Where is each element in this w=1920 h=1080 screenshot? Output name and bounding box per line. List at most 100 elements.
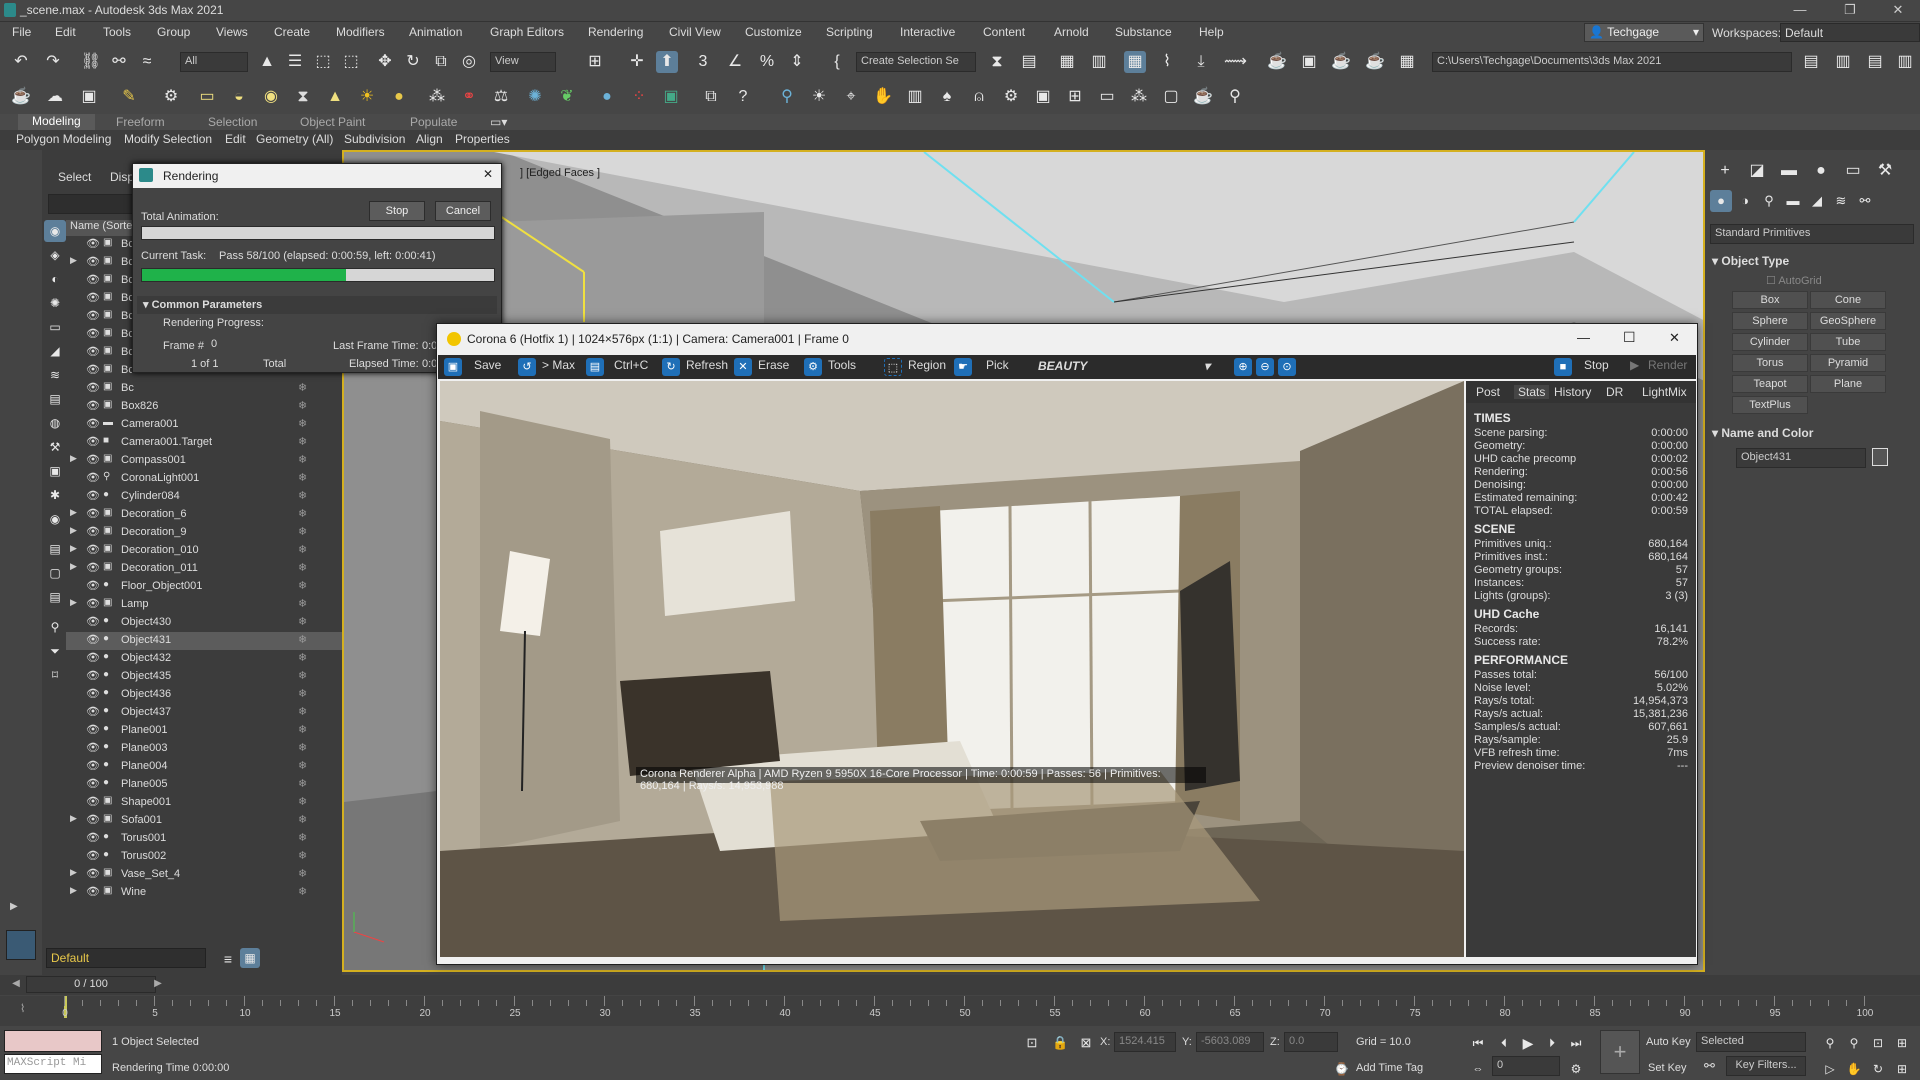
save-icon[interactable]: ▣ [444, 358, 462, 376]
render-cloud-icon[interactable]: ▦ [1396, 51, 1418, 73]
zoom-all-icon[interactable]: ⚲ [1846, 1032, 1862, 1054]
menu-civil-view[interactable]: Civil View [669, 25, 721, 39]
layers-icon[interactable]: ≡ [218, 948, 238, 968]
freeze-icon[interactable]: ❄ [298, 453, 307, 466]
key-filters-button[interactable]: Key Filters... [1726, 1056, 1806, 1076]
ribbon-align[interactable]: Align [416, 132, 443, 146]
cylinder-button[interactable]: Cylinder [1732, 333, 1808, 351]
material-editor-icon[interactable]: ⟿ [1224, 51, 1247, 73]
spacewarp-filter-icon[interactable]: ≋ [44, 364, 66, 386]
tab-post[interactable]: Post [1476, 385, 1500, 399]
freeze-icon[interactable]: ❄ [298, 867, 307, 880]
freeze-icon[interactable]: ❄ [298, 759, 307, 772]
filmstrip-icon[interactable]: ⁂ [1128, 86, 1150, 108]
viewport-label[interactable]: ] [Edged Faces ] [520, 167, 600, 179]
menu-group[interactable]: Group [157, 25, 190, 39]
converter-icon[interactable]: ⚙ [160, 86, 182, 108]
scene-row[interactable]: ▶ 👁 ▣ Decoration_9 ❄ [66, 524, 342, 542]
pin-icon[interactable]: ⚲ [776, 86, 798, 108]
expand-icon[interactable]: ▶ [70, 885, 77, 896]
menu-substance[interactable]: Substance [1115, 25, 1172, 39]
expand-icon[interactable]: ▶ [70, 813, 77, 824]
scene-row[interactable]: 👁 ● Object437 ❄ [66, 704, 342, 722]
scene-row[interactable]: ▶ 👁 ▣ Decoration_010 ❄ [66, 542, 342, 560]
freeze-icon[interactable]: ❄ [298, 471, 307, 484]
scene-tab-display[interactable]: Disp [110, 170, 134, 184]
scene-row[interactable]: 👁 ● Plane005 ❄ [66, 776, 342, 794]
eye-icon[interactable]: 👁 [86, 327, 100, 340]
previous-frame-icon[interactable]: ⏴ [1496, 1032, 1512, 1054]
current-frame-field[interactable]: 0 [1492, 1056, 1560, 1076]
selection-filter-dropdown[interactable]: All [180, 52, 248, 72]
stop-icon[interactable]: ■ [1554, 358, 1572, 376]
scene-row[interactable]: 👁▣ Bc ❄ [66, 380, 342, 398]
time-config-icon[interactable]: ⚙ [1568, 1058, 1584, 1080]
freeze-icon[interactable]: ❄ [298, 579, 307, 592]
ribbon-geometry-all[interactable]: Geometry (All) [256, 132, 333, 146]
curve-editor-icon[interactable]: ⌇ [1156, 51, 1178, 73]
viewport-layout-icon[interactable]: ▥ [1832, 51, 1854, 73]
vfb-pick-button[interactable]: Pick [986, 358, 1009, 372]
edit-named-sel-icon[interactable]: { [826, 51, 848, 73]
corona-sky-icon[interactable]: ◉ [260, 86, 282, 108]
scene-row[interactable]: ▶ 👁 ▣ Sofa001 ❄ [66, 812, 342, 830]
freeze-icon[interactable]: ❄ [298, 831, 307, 844]
freeze-icon[interactable]: ❄ [298, 885, 307, 898]
eye-icon[interactable]: 👁 [86, 381, 100, 394]
move-icon[interactable]: ✥ [374, 51, 396, 73]
rendered-frame-window-icon[interactable]: ▣ [1298, 51, 1320, 73]
autogrid-checkbox[interactable]: ☐ AutoGrid [1766, 274, 1822, 287]
next-frame-icon[interactable]: ⏵ [1544, 1032, 1560, 1054]
bulb-icon[interactable]: ☀ [808, 86, 830, 108]
scene-row[interactable]: 👁 ■ Camera001.Target ❄ [66, 434, 342, 452]
xref-filter-icon[interactable]: ◍ [44, 412, 66, 434]
freeze-icon[interactable]: ❄ [298, 633, 307, 646]
keyboard-override-icon[interactable]: ⬆ [656, 51, 678, 73]
vfb-maximize-button[interactable]: ☐ [1623, 329, 1636, 346]
rendered-image[interactable]: Corona Renderer Alpha | AMD Ryzen 9 5950… [440, 381, 1464, 957]
corona-sun-icon[interactable]: ◒ [228, 86, 250, 108]
vfb-ctrlc-button[interactable]: Ctrl+C [614, 358, 648, 372]
track-bar[interactable]: ⌇ 0 5 10 15 20 25 30 35 40 45 50 55 60 65 70 75 80 85 90 95… [0, 996, 1920, 1026]
set-key-big-icon[interactable]: + [1600, 1030, 1640, 1074]
scene-row[interactable]: ▶ 👁 ▣ Vase_Set_4 ❄ [66, 866, 342, 884]
scene-row[interactable]: ▶ 👁 ▣ Decoration_011 ❄ [66, 560, 342, 578]
systems-icon[interactable]: ⚯ [1854, 190, 1876, 212]
eye-icon[interactable]: 👁 [86, 507, 100, 520]
layer-explorer-icon[interactable]: ▦ [1056, 51, 1078, 73]
ribbon-tab-freeform[interactable]: Freeform [116, 115, 165, 129]
tube-button[interactable]: Tube [1810, 333, 1886, 351]
freeze-icon[interactable]: ❄ [298, 381, 307, 394]
eye-icon[interactable]: 👁 [86, 399, 100, 412]
scene-row[interactable]: 👁 ● Object430 ❄ [66, 614, 342, 632]
corona-decal-icon[interactable]: ▲ [324, 86, 346, 108]
eye-icon[interactable]: 👁 [86, 777, 100, 790]
ribbon-tab-object-paint[interactable]: Object Paint [300, 115, 365, 129]
scene-row[interactable]: ▶ 👁 ▣ Wine ❄ [66, 884, 342, 902]
frame-icon[interactable]: ▣ [1032, 86, 1054, 108]
key-selection-dropdown[interactable]: Selected [1696, 1032, 1806, 1052]
eye-icon[interactable]: 👁 [86, 741, 100, 754]
menu-arnold[interactable]: Arnold [1054, 25, 1089, 39]
container-filter-icon[interactable]: ▣ [44, 460, 66, 482]
eye-icon[interactable]: 👁 [86, 579, 100, 592]
align-icon[interactable]: ▤ [1018, 51, 1040, 73]
teapot-icon[interactable]: ☕ [10, 86, 32, 108]
eye-icon[interactable]: 👁 [86, 417, 100, 430]
eye-icon[interactable]: 👁 [86, 525, 100, 538]
helpers-icon[interactable]: ◢ [1806, 190, 1828, 212]
freeze-icon[interactable]: ❄ [298, 813, 307, 826]
eye-icon[interactable]: 👁 [86, 363, 100, 376]
light-lister-icon[interactable]: ✎ [118, 86, 140, 108]
tree-icon[interactable]: ♠ [936, 86, 958, 108]
sphere-button[interactable]: Sphere [1732, 312, 1808, 330]
freeze-icon[interactable]: ❄ [298, 669, 307, 682]
scene-row[interactable]: 👁 ⚲ CoronaLight001 ❄ [66, 470, 342, 488]
menu-modifiers[interactable]: Modifiers [336, 25, 385, 39]
volume-icon[interactable]: ✺ [524, 86, 546, 108]
scene-row[interactable]: 👁 ▣ Box826 ❄ [66, 398, 342, 416]
go-to-start-icon[interactable]: ⏮ [1470, 1032, 1486, 1054]
ribbon-polygon-modeling[interactable]: Polygon Modeling [16, 132, 111, 146]
pan-icon[interactable]: ✋ [1846, 1058, 1862, 1080]
geometry-icon[interactable]: ● [1710, 190, 1732, 212]
